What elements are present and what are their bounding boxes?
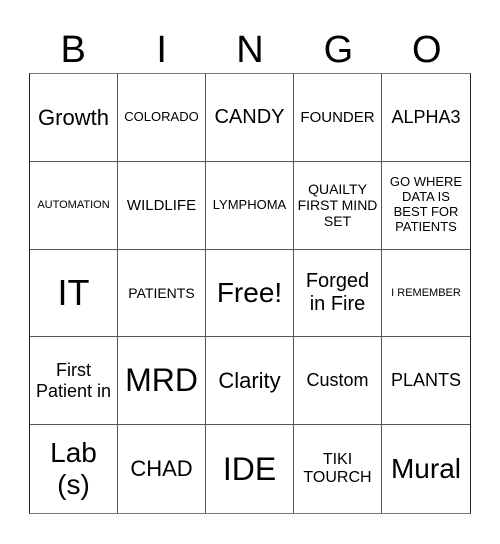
header-letter-g: G bbox=[323, 29, 354, 71]
header-letter-o: O bbox=[412, 29, 442, 71]
header-letter-b: B bbox=[60, 29, 86, 71]
bingo-cell[interactable]: WILDLIFE bbox=[118, 161, 206, 250]
bingo-cell[interactable]: MRD bbox=[118, 337, 206, 426]
bingo-card: Growth COLORADO CANDY FOUNDER ALPHA3 AUT… bbox=[29, 73, 471, 514]
bingo-cell[interactable]: Clarity bbox=[206, 337, 294, 426]
bingo-cell[interactable]: TIKI TOURCH bbox=[294, 425, 382, 513]
header-letter-n: N bbox=[236, 29, 264, 71]
bingo-cell[interactable]: COLORADO bbox=[118, 74, 206, 162]
bingo-cell[interactable]: LYMPHOMA bbox=[206, 161, 294, 250]
bingo-cell[interactable]: GO WHERE DATA IS BEST FOR PATIENTS bbox=[382, 162, 470, 250]
bingo-cell[interactable]: Custom bbox=[294, 337, 382, 426]
bingo-cell[interactable]: PLANTS bbox=[382, 337, 470, 426]
bingo-cell[interactable]: Mural bbox=[382, 425, 470, 513]
bingo-cell[interactable]: First Patient in bbox=[30, 337, 118, 426]
header-letter-i: I bbox=[156, 29, 167, 71]
bingo-header: B I N G O bbox=[29, 28, 471, 72]
free-space[interactable]: Free! bbox=[206, 249, 294, 338]
bingo-cell[interactable]: CANDY bbox=[206, 74, 294, 162]
bingo-cell[interactable]: ALPHA3 bbox=[382, 74, 470, 162]
bingo-cell[interactable]: Lab (s) bbox=[30, 425, 118, 513]
bingo-cell[interactable]: CHAD bbox=[118, 425, 206, 513]
bingo-cell[interactable]: FOUNDER bbox=[294, 74, 382, 162]
bingo-cell[interactable]: QUAILTY FIRST MIND SET bbox=[294, 161, 382, 250]
bingo-cell[interactable]: IDE bbox=[206, 425, 294, 513]
bingo-cell[interactable]: AUTOMATION bbox=[30, 161, 118, 250]
bingo-cell[interactable]: IT bbox=[30, 249, 118, 338]
bingo-cell[interactable]: I REMEMBER bbox=[382, 250, 470, 338]
bingo-cell[interactable]: Growth bbox=[30, 74, 118, 162]
bingo-cell[interactable]: Forged in Fire bbox=[294, 249, 382, 338]
bingo-cell[interactable]: PATIENTS bbox=[118, 249, 206, 338]
